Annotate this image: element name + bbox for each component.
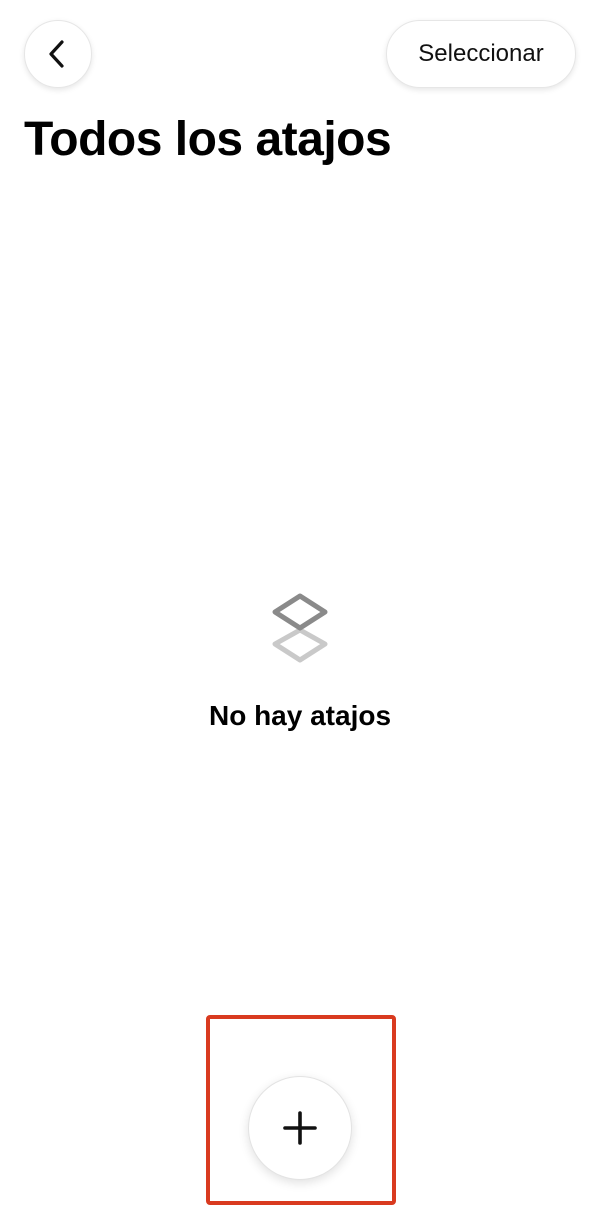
select-button-label: Seleccionar <box>418 40 544 67</box>
page-title: Todos los atajos <box>24 113 392 166</box>
chevron-left-icon <box>49 40 64 68</box>
back-button[interactable] <box>24 20 92 88</box>
select-button[interactable]: Seleccionar <box>386 20 576 88</box>
empty-state: No hay atajos <box>0 588 600 732</box>
stacked-shortcuts-icon <box>272 593 328 663</box>
add-shortcut-button[interactable] <box>248 1076 352 1180</box>
plus-icon <box>283 1111 317 1145</box>
empty-state-message: No hay atajos <box>208 700 392 731</box>
